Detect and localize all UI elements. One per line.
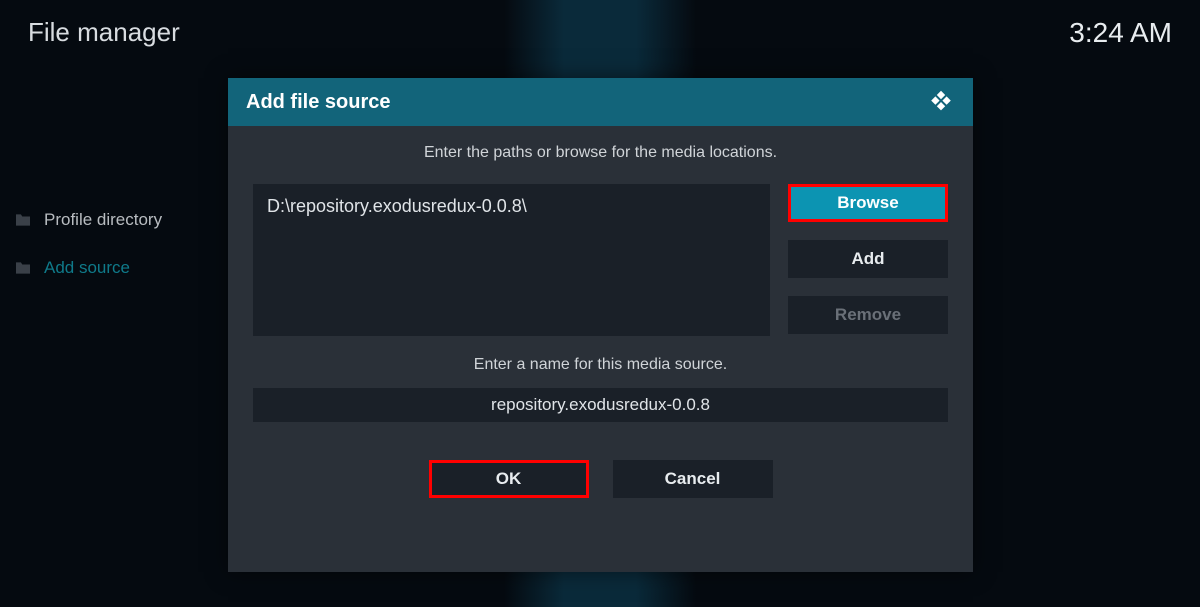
clock: 3:24 AM <box>1069 17 1172 49</box>
add-file-source-dialog: Add file source Enter the paths or brows… <box>228 78 973 572</box>
sidebar-item-profile-directory[interactable]: Profile directory <box>14 210 162 230</box>
name-input[interactable]: repository.exodusredux-0.0.8 <box>253 388 948 422</box>
remove-button[interactable]: Remove <box>788 296 948 334</box>
name-instruction: Enter a name for this media source. <box>253 356 948 374</box>
folder-icon <box>14 261 32 275</box>
path-instruction: Enter the paths or browse for the media … <box>253 144 948 162</box>
path-input[interactable]: D:\repository.exodusredux-0.0.8\ <box>253 184 770 336</box>
sidebar-item-label: Profile directory <box>44 210 162 230</box>
sidebar-item-label: Add source <box>44 258 130 278</box>
add-button[interactable]: Add <box>788 240 948 278</box>
cancel-button[interactable]: Cancel <box>613 460 773 498</box>
dialog-header: Add file source <box>228 78 973 126</box>
folder-icon <box>14 213 32 227</box>
page-title: File manager <box>28 17 180 48</box>
ok-button[interactable]: OK <box>429 460 589 498</box>
kodi-logo-icon <box>927 88 955 116</box>
sidebar: Profile directory Add source <box>14 210 162 306</box>
browse-button[interactable]: Browse <box>788 184 948 222</box>
dialog-title: Add file source <box>246 91 390 114</box>
sidebar-item-add-source[interactable]: Add source <box>14 258 162 278</box>
